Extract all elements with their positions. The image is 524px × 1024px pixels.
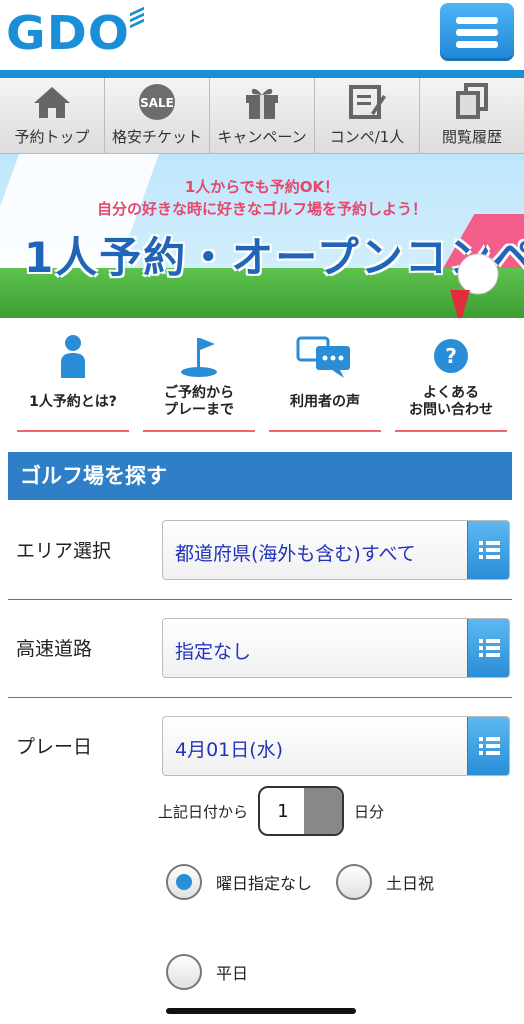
list-icon[interactable]	[467, 521, 509, 579]
logo-accent-icon	[130, 6, 145, 29]
radio-circle[interactable]	[166, 954, 202, 990]
info-user-voices[interactable]: 利用者の声	[269, 332, 381, 436]
area-row: エリア選択 都道府県(海外も含む)すべて	[0, 502, 524, 600]
golf-flag-icon	[143, 332, 255, 380]
radio-label: 土日祝	[386, 874, 435, 893]
radio-label: 平日	[216, 964, 249, 983]
header-divider	[0, 70, 524, 78]
nav-item-reservation-top[interactable]: 予約トップ	[0, 78, 105, 153]
nav-label: 格安チケット	[111, 128, 202, 146]
area-select[interactable]: 都道府県(海外も含む)すべて	[162, 520, 510, 580]
list-icon[interactable]	[467, 619, 509, 677]
area-label: エリア選択	[16, 540, 112, 562]
solo-reservation-banner[interactable]: 1人からでも予約OK！ 自分の好きな時に好きなゴルフ場を予約しよう！ 1人予約・…	[0, 154, 524, 318]
radio-no-weekday[interactable]: 曜日指定なし	[166, 864, 312, 900]
svg-text:SALE: SALE	[140, 96, 174, 110]
play-date-label: プレー日	[16, 736, 93, 758]
person-icon	[17, 332, 129, 380]
speech-bubble-icon	[269, 332, 381, 380]
radio-circle-selected[interactable]	[166, 864, 202, 900]
nav-label: 予約トップ	[14, 128, 90, 146]
nav-label: 閲覧履歴	[441, 128, 502, 146]
stepper-knob[interactable]	[304, 788, 343, 834]
info-faq[interactable]: ? よくある お問い合わせ	[395, 332, 507, 436]
days-stepper[interactable]: 1	[258, 786, 345, 836]
radio-circle[interactable]	[336, 864, 372, 900]
highway-row: 高速道路 指定なし	[0, 600, 524, 698]
clipboard-icon	[315, 78, 419, 126]
golf-ball-tee-icon	[450, 253, 499, 318]
svg-text:?: ?	[445, 344, 457, 368]
days-prefix: 上記日付から	[158, 802, 249, 821]
info-label: よくある お問い合わせ	[409, 385, 493, 418]
info-label: 利用者の声	[290, 393, 360, 410]
info-underline	[395, 430, 507, 432]
logo-text: GDO	[6, 6, 130, 60]
gift-icon	[210, 78, 314, 126]
golf-course-search: ゴルフ場を探す エリア選択 都道府県(海外も含む)すべて 高速道路 指定なし プ…	[0, 440, 524, 1024]
sale-badge-icon: SALE	[105, 78, 209, 126]
nav-label: キャンペーン	[217, 128, 307, 146]
gdo-logo[interactable]: GDO	[6, 6, 145, 60]
info-underline	[269, 430, 381, 432]
section-title: ゴルフ場を探す	[8, 452, 512, 500]
list-icon[interactable]	[467, 717, 509, 775]
area-select-value: 都道府県(海外も含む)すべて	[175, 543, 416, 565]
info-label: ご予約から プレーまで	[164, 385, 234, 418]
highway-label: 高速道路	[16, 638, 93, 660]
nav-item-history[interactable]: 閲覧履歴	[420, 78, 524, 153]
nav-item-campaign[interactable]: キャンペーン	[210, 78, 315, 153]
nav-item-compe-solo[interactable]: コンペ/1人	[315, 78, 420, 153]
highway-select[interactable]: 指定なし	[162, 618, 510, 678]
radio-label: 曜日指定なし	[216, 874, 313, 893]
question-icon: ?	[395, 332, 507, 380]
play-date-value: 4月01日(水)	[175, 739, 284, 761]
days-value: 1	[277, 800, 289, 822]
history-pages-icon	[420, 78, 524, 126]
radio-weekend-holiday[interactable]: 土日祝	[336, 864, 434, 900]
app-header: GDO	[0, 0, 524, 72]
nav-item-discount-ticket[interactable]: SALE 格安チケット	[105, 78, 210, 153]
banner-subtitle-2: 自分の好きな時に好きなゴルフ場を予約しよう！	[96, 200, 427, 218]
hamburger-menu-button[interactable]	[440, 3, 514, 61]
top-nav: 予約トップ SALE 格安チケット キャンペーン コンペ/1人 閲覧履歴	[0, 78, 524, 154]
info-links: 1人予約とは? ご予約から プレーまで 利用者の声 ? よくある お問い合わせ	[0, 332, 524, 436]
info-underline	[143, 430, 255, 432]
nav-label: コンペ/1人	[329, 128, 405, 146]
house-icon	[0, 78, 104, 126]
info-what-is-solo[interactable]: 1人予約とは?	[17, 332, 129, 436]
radio-weekday[interactable]: 平日	[166, 954, 248, 990]
info-label: 1人予約とは?	[29, 393, 117, 410]
home-indicator	[166, 1008, 356, 1014]
info-booking-to-play[interactable]: ご予約から プレーまで	[143, 332, 255, 436]
play-date-row: プレー日 4月01日(水)	[0, 698, 524, 788]
days-suffix: 日分	[354, 802, 385, 821]
days-range: 上記日付から 1 日分	[158, 786, 384, 836]
banner-subtitle-1: 1人からでも予約OK！	[184, 178, 340, 196]
highway-select-value: 指定なし	[175, 641, 252, 663]
info-underline	[17, 430, 129, 432]
play-date-select[interactable]: 4月01日(水)	[162, 716, 510, 776]
